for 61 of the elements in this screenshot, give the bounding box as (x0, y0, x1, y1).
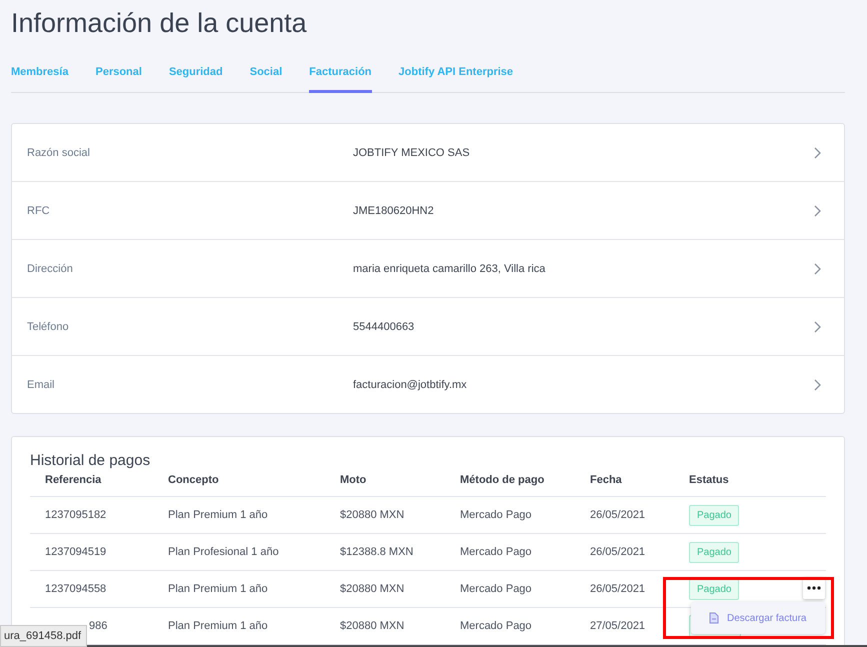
table-cell-text: 27/05/2021 (590, 620, 646, 632)
table-cell-text: Mercado Pago (460, 620, 533, 632)
document-icon (709, 612, 719, 624)
chevron-right-icon (813, 204, 822, 216)
download-tooltip: ura_691458.pdf (0, 625, 87, 647)
table-cell-text: 1237095182 (45, 509, 108, 521)
field-label: Email (27, 378, 56, 390)
table-cell-text: $12388.8 MXN (340, 546, 414, 558)
table-cell-text: $20880 MXN (340, 583, 406, 595)
table-cell-text: Plan Premium 1 año (168, 583, 269, 595)
chevron-right-icon (813, 146, 822, 158)
chevron-right-icon (813, 320, 822, 332)
field-label: Teléfono (27, 320, 70, 332)
column-header: Método de pago (460, 474, 546, 486)
menu-item[interactable]: Descargar factura (691, 612, 806, 624)
tab[interactable]: Jobtify API Enterprise (398, 66, 514, 93)
table-cell-text: $20880 MXN (340, 620, 406, 632)
status-badge: Pagado (689, 504, 740, 526)
column-header: Referencia (45, 474, 102, 486)
column-header: Estatus (689, 474, 730, 486)
field-value: JOBTIFY MEXICO SAS (353, 146, 471, 158)
column-header: Fecha (590, 474, 623, 486)
tab[interactable]: Personal (95, 66, 142, 93)
table-cell-text: 26/05/2021 (590, 509, 646, 521)
status-badge: Pagado (689, 542, 740, 562)
billing-row[interactable]: Teléfono 5544400663 (12, 298, 844, 356)
table-cell-text: Mercado Pago (460, 546, 533, 558)
field-label: Razón social (27, 146, 91, 158)
field-value: maria enriqueta camarillo 263, Villa rica (353, 262, 546, 274)
status-badge: Pagado (689, 578, 740, 600)
tab[interactable]: Membresía (11, 66, 68, 93)
table-cell-text: Plan Premium 1 año (168, 509, 269, 521)
tab[interactable]: Facturación (309, 66, 372, 93)
billing-row[interactable]: RFC JME180620HN2 (12, 182, 844, 240)
billing-row[interactable]: Email facturacion@jotbtify.mx (12, 356, 844, 413)
page-title: Información de la cuenta (11, 7, 308, 40)
field-value: JME180620HN2 (353, 204, 435, 216)
table-cell-text: Plan Premium 1 año (168, 620, 269, 632)
field-value: facturacion@jotbtify.mx (353, 378, 468, 390)
field-value: 5544400663 (353, 320, 416, 332)
tab[interactable]: Seguridad (168, 66, 223, 93)
table-cell-text: 1237094558 (45, 583, 108, 595)
column-header: Concepto (168, 474, 220, 486)
field-label: Dirección (27, 262, 74, 274)
table-cell-text: $20880 MXN (340, 509, 406, 521)
table-cell-text: Mercado Pago (460, 509, 533, 521)
tab[interactable]: Social (250, 66, 282, 93)
table-cell-text: Mercado Pago (460, 583, 533, 595)
table-cell-text: 26/05/2021 (590, 583, 646, 595)
table-cell-text: 986 (88, 620, 108, 632)
billing-row[interactable]: Razón social JOBTIFY MEXICO SAS (12, 124, 844, 182)
column-header: Moto (340, 474, 368, 486)
table-cell-text: 26/05/2021 (590, 546, 646, 558)
chevron-right-icon (813, 262, 822, 274)
more-icon (807, 586, 821, 590)
table-cell-text: 1237094519 (45, 546, 108, 558)
billing-row[interactable]: Dirección maria enriqueta camarillo 263, Villa rica (12, 240, 844, 298)
table-cell-text: Plan Profesional 1 año (168, 546, 280, 558)
field-label: RFC (27, 204, 51, 216)
chevron-right-icon (813, 378, 822, 390)
section-title: Historial de pagos (30, 452, 152, 469)
